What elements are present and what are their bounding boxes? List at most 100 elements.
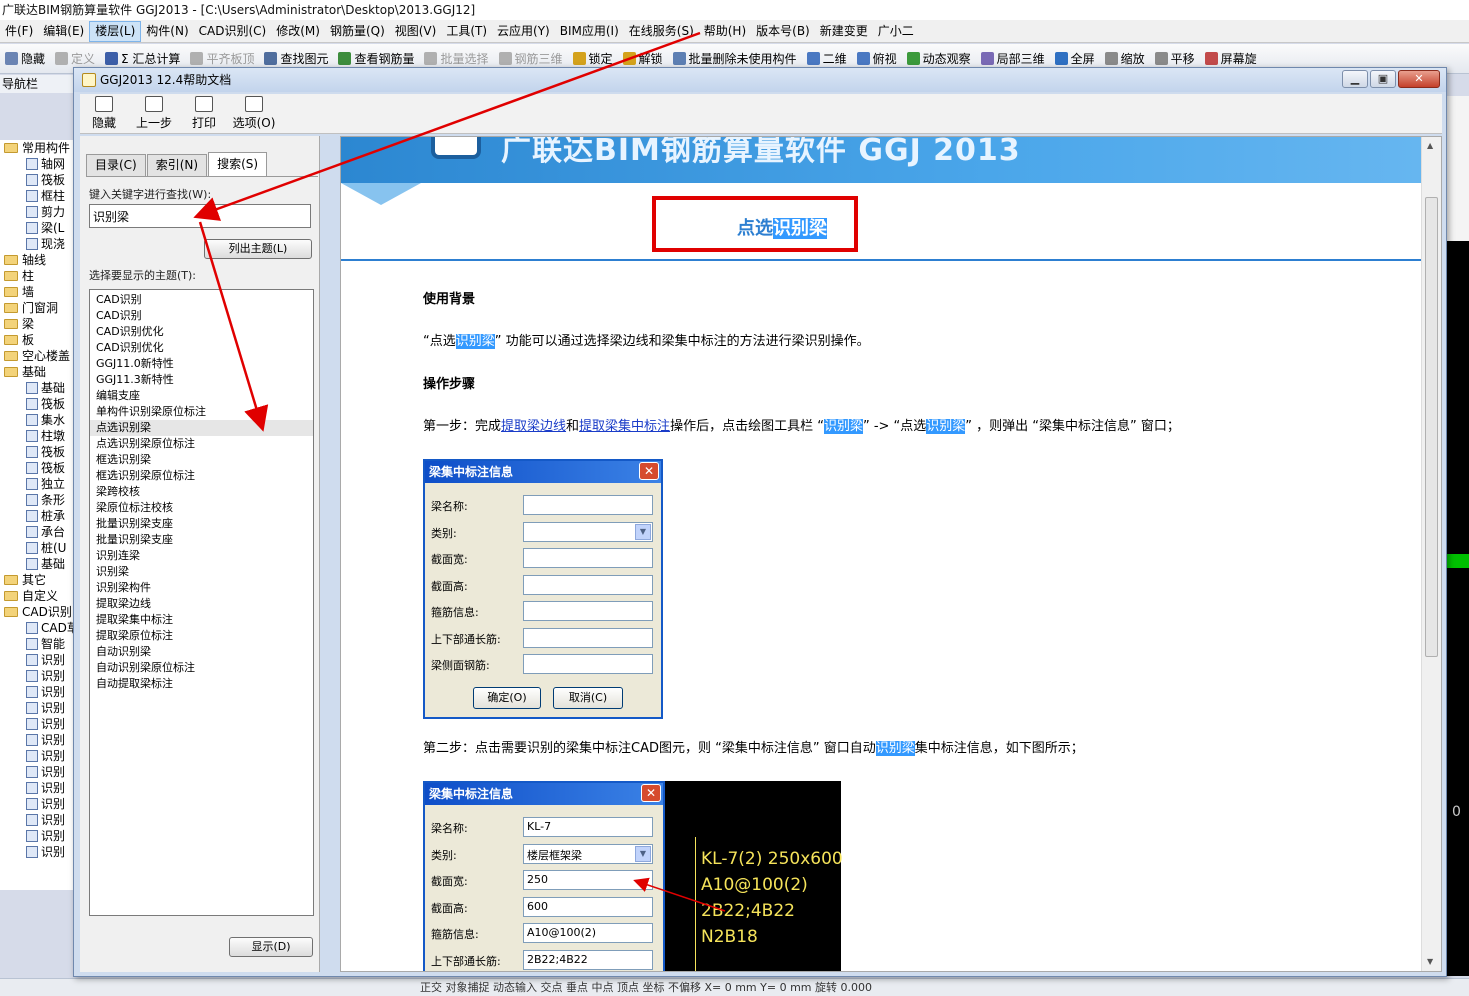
help-toolbar-button[interactable]: 选项(O) [230,94,278,133]
tree-item[interactable]: 识别 [0,844,80,860]
toolbar-button[interactable]: 钢筋三维 [494,50,568,67]
menu-item[interactable]: 视图(V) [390,21,442,42]
toolbar-button[interactable]: 二维 [802,50,852,67]
tree-item[interactable]: 其它 [0,572,80,588]
scroll-thumb[interactable] [1425,197,1438,657]
topic-item[interactable]: 点选识别梁 [90,420,313,436]
toolbar-button[interactable]: Σ 汇总计算 [100,50,185,67]
help-tab[interactable]: 目录(C) [86,154,146,176]
toolbar-button[interactable]: 隐藏 [0,50,50,67]
help-tab[interactable]: 索引(N) [146,154,208,176]
menu-item[interactable]: 楼层(L) [89,20,142,42]
tree-item[interactable]: 筏板 [0,444,80,460]
toolbar-button[interactable]: 屏幕旋 [1200,50,1262,67]
tree-item[interactable]: 识别 [0,764,80,780]
menu-item[interactable]: 钢筋量(Q) [325,21,390,42]
tree-item[interactable]: 板 [0,332,80,348]
topic-item[interactable]: 自动识别梁原位标注 [90,660,313,676]
tree-item[interactable]: 轴线 [0,252,80,268]
tree-item[interactable]: 识别 [0,732,80,748]
help-toolbar-button[interactable]: 上一步 [130,94,178,133]
topic-item[interactable]: 框选识别梁原位标注 [90,468,313,484]
toolbar-button[interactable]: 缩放 [1100,50,1150,67]
tree-item[interactable]: 梁 [0,316,80,332]
tree-item[interactable]: 识别 [0,668,80,684]
menu-item[interactable]: 在线服务(S) [624,21,699,42]
tree-item[interactable]: 条形 [0,492,80,508]
menu-item[interactable]: CAD识别(C) [194,21,272,42]
menu-item[interactable]: 件(F) [0,21,38,42]
topic-item[interactable]: 点选识别梁原位标注 [90,436,313,452]
topic-item[interactable]: 梁跨校核 [90,484,313,500]
tree-item[interactable]: 梁(L [0,220,80,236]
tree-item[interactable]: 识别 [0,828,80,844]
topic-item[interactable]: GGJ11.0新特性 [90,356,313,372]
topic-item[interactable]: GGJ11.3新特性 [90,372,313,388]
topic-item[interactable]: 提取梁集中标注 [90,612,313,628]
menu-item[interactable]: 版本号(B) [751,21,815,42]
tree-item[interactable]: 智能 [0,636,80,652]
topic-item[interactable]: 提取梁边线 [90,596,313,612]
scroll-down-icon[interactable]: ▼ [1427,957,1433,966]
tree-item[interactable]: 筏板 [0,396,80,412]
maximize-button[interactable]: ▣ [1370,70,1396,88]
tree-item[interactable]: 独立 [0,476,80,492]
menu-item[interactable]: 修改(M) [271,21,325,42]
tree-item[interactable]: 识别 [0,716,80,732]
close-button[interactable]: ✕ [1398,70,1440,88]
tree-item[interactable]: 基础 [0,364,80,380]
topic-item[interactable]: CAD识别 [90,308,313,324]
topic-item[interactable]: 梁原位标注校核 [90,500,313,516]
tree-item[interactable]: 自定义 [0,588,80,604]
tree-item[interactable]: 识别 [0,780,80,796]
menu-item[interactable]: 编辑(E) [38,21,89,42]
tree-item[interactable]: 框柱 [0,188,80,204]
toolbar-button[interactable]: 批量选择 [419,50,493,67]
menu-item[interactable]: 帮助(H) [699,21,751,42]
menu-item[interactable]: BIM应用(I) [555,21,624,42]
topic-item[interactable]: 批量识别梁支座 [90,532,313,548]
toolbar-button[interactable]: 动态观察 [902,50,976,67]
topic-item[interactable]: 识别梁 [90,564,313,580]
tree-item[interactable]: 筏板 [0,172,80,188]
tree-item[interactable]: 常用构件 [0,140,80,156]
toolbar-button[interactable]: 全屏 [1050,50,1100,67]
toolbar-button[interactable]: 查看钢筋量 [333,50,419,67]
topic-item[interactable]: CAD识别优化 [90,340,313,356]
link-extract-beam-annotation[interactable]: 提取梁集中标注 [579,419,670,434]
toolbar-button[interactable]: 平移 [1150,50,1200,67]
display-button[interactable]: 显示(D) [229,937,313,957]
tree-item[interactable]: 识别 [0,684,80,700]
toolbar-button[interactable]: 锁定 [568,50,618,67]
menu-item[interactable]: 云应用(Y) [492,21,555,42]
help-window-title-bar[interactable]: GGJ2013 12.4帮助文档 ▁ ▣ ✕ [74,68,1446,92]
tree-item[interactable]: 空心楼盖 [0,348,80,364]
toolbar-button[interactable]: 局部三维 [976,50,1050,67]
topic-item[interactable]: 批量识别梁支座 [90,516,313,532]
tree-item[interactable]: 识别 [0,700,80,716]
help-tab[interactable]: 搜索(S) [208,152,268,176]
topic-item[interactable]: 框选识别梁 [90,452,313,468]
tree-item[interactable]: CAD草 [0,620,80,636]
topic-item[interactable]: 识别梁构件 [90,580,313,596]
menu-item[interactable]: 广小二 [873,21,919,42]
topic-item[interactable]: 提取梁原位标注 [90,628,313,644]
topic-item[interactable]: 编辑支座 [90,388,313,404]
topic-item[interactable]: 自动提取梁标注 [90,676,313,692]
topic-item[interactable]: 识别连梁 [90,548,313,564]
tree-item[interactable]: 识别 [0,796,80,812]
topic-list[interactable]: CAD识别 CAD识别 CAD识别优化 CAD识别优化 GGJ11.0新特性 GGJ11.… [89,289,314,916]
tree-item[interactable]: 识别 [0,748,80,764]
help-toolbar-button[interactable]: 隐藏 [80,94,128,133]
list-topics-button[interactable]: 列出主题(L) [204,239,312,259]
tree-item[interactable]: 柱墩 [0,428,80,444]
tree-item[interactable]: 桩承 [0,508,80,524]
tree-item[interactable]: 基础 [0,380,80,396]
tree-item[interactable]: 识别 [0,652,80,668]
menu-item[interactable]: 工具(T) [441,21,492,42]
tree-item[interactable]: 轴网 [0,156,80,172]
scroll-up-icon[interactable]: ▲ [1427,141,1433,150]
toolbar-button[interactable]: 俯视 [852,50,902,67]
topic-item[interactable]: 单构件识别梁原位标注 [90,404,313,420]
help-toolbar-button[interactable]: 打印 [180,94,228,133]
